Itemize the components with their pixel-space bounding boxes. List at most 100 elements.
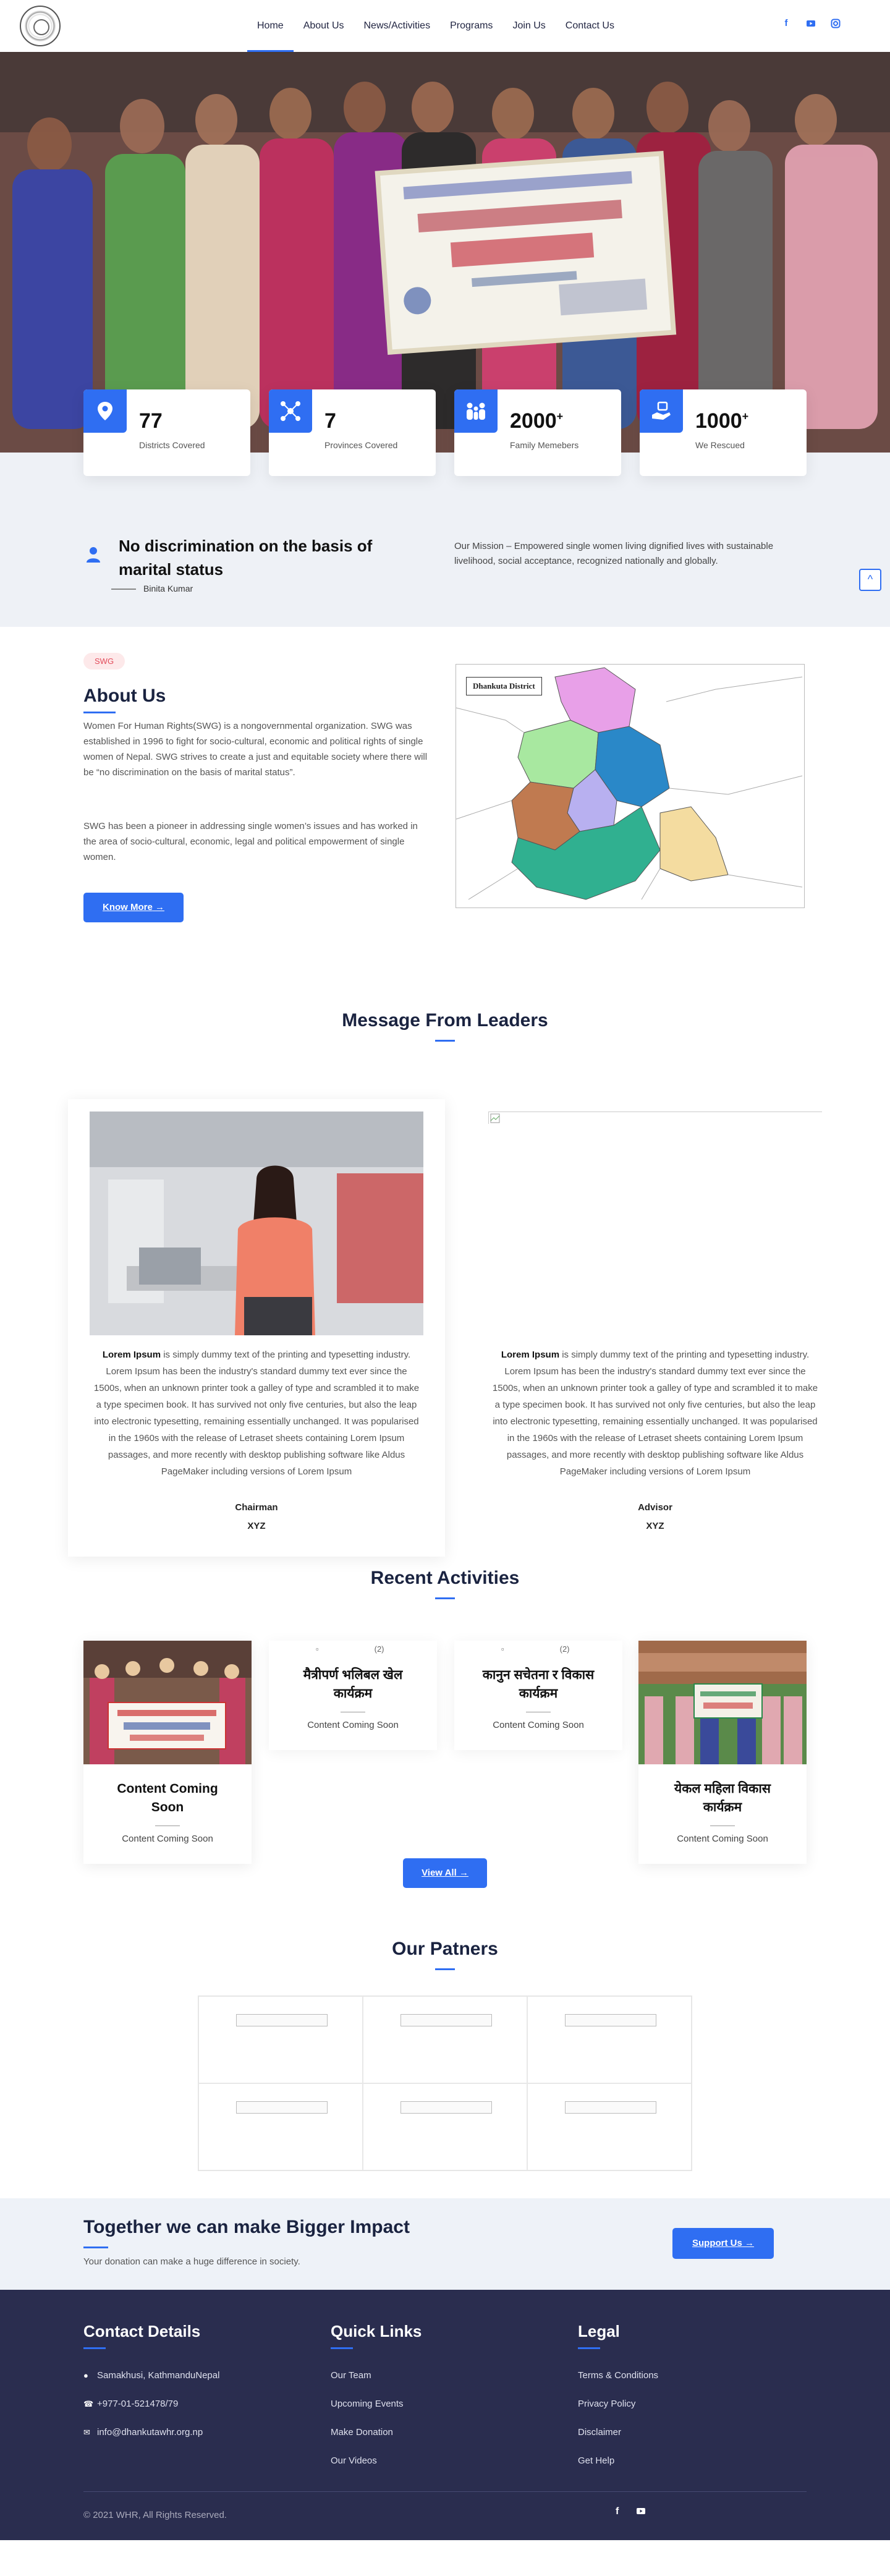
footer-heading: Contact Details xyxy=(83,2322,201,2340)
donation-cta: Together we can make Bigger Impact Your … xyxy=(0,2198,890,2290)
activity-card[interactable]: ▫ (2) कानुन सचेतना र विकास कार्यक्रम Cont… xyxy=(454,1641,622,1750)
nav-about-us[interactable]: About Us xyxy=(294,0,354,52)
leader-role: Advisor xyxy=(638,1502,672,1513)
broken-image-alt: (2) xyxy=(559,1644,570,1654)
partner-logo[interactable] xyxy=(198,2083,363,2170)
stat-family-members: 2000+ Family Memebers xyxy=(454,389,621,476)
youtube-icon[interactable] xyxy=(636,2506,646,2519)
footer-link[interactable]: Our Videos xyxy=(331,2455,422,2484)
title-underline xyxy=(435,1968,455,1970)
section-tag: SWG xyxy=(83,653,125,670)
partner-logo[interactable] xyxy=(527,2083,692,2170)
phone-icon: ☎ xyxy=(83,2399,94,2408)
know-more-button[interactable]: Know More → xyxy=(83,893,184,922)
stat-label: Family Memebers xyxy=(510,440,579,450)
footer-link[interactable]: Upcoming Events xyxy=(331,2399,422,2427)
contact-address: ● Samakhusi, KathmanduNepal xyxy=(83,2370,219,2399)
activity-card[interactable]: Content Coming Soon Content Coming Soon xyxy=(83,1641,252,1864)
header-social: f xyxy=(781,19,841,28)
partner-logo[interactable] xyxy=(363,1996,527,2083)
nav-home[interactable]: Home xyxy=(247,0,294,52)
quote-dash xyxy=(111,589,136,590)
mission-band: No discrimination on the basis of marita… xyxy=(0,453,890,627)
footer-quick-links: Quick Links Our Team Upcoming Events Mak… xyxy=(331,2322,422,2484)
activities-section: Recent Activities Content Coming Soon Co… xyxy=(0,1568,890,1939)
footer-link[interactable]: Get Help xyxy=(578,2455,658,2484)
main-nav: Home About Us News/Activities Programs J… xyxy=(247,0,624,52)
broken-image-icon xyxy=(490,1113,500,1123)
location-pin-icon: ● xyxy=(83,2371,88,2380)
facebook-icon[interactable]: f xyxy=(781,19,791,28)
activity-card[interactable]: येकल महिला विकास कार्यक्रम Content Comin… xyxy=(638,1641,807,1864)
activities-title: Recent Activities xyxy=(370,1568,520,1588)
nav-contact-us[interactable]: Contact Us xyxy=(556,0,624,52)
map-title: Dhankuta District xyxy=(466,677,542,695)
title-underline xyxy=(83,712,116,713)
title-underline xyxy=(83,2247,108,2248)
view-all-button[interactable]: View All → xyxy=(403,1858,487,1888)
broken-image-icon xyxy=(400,2014,492,2026)
contact-text: info@dhankutawhr.org.np xyxy=(97,2427,203,2438)
arrow-right-icon: → xyxy=(155,902,164,912)
nav-join-us[interactable]: Join Us xyxy=(502,0,555,52)
footer-heading: Legal xyxy=(578,2322,620,2340)
quote-author: Binita Kumar xyxy=(143,584,193,593)
stat-rescued: 1000+ We Rescued xyxy=(640,389,807,476)
broken-image-icon xyxy=(565,2101,656,2114)
contact-phone[interactable]: ☎ +977-01-521478/79 xyxy=(83,2399,219,2427)
footer-link[interactable]: Make Donation xyxy=(331,2427,422,2455)
activity-title: मैत्रीपर्ण भलिबल खेल कार्यक्रम xyxy=(303,1668,403,1701)
broken-image-icon xyxy=(236,2101,328,2114)
facebook-icon[interactable]: f xyxy=(616,2506,619,2519)
leader-message-body: is simply dummy text of the printing and… xyxy=(492,1350,818,1477)
footer-link[interactable]: Terms & Conditions xyxy=(578,2370,658,2399)
instagram-icon[interactable] xyxy=(831,19,841,28)
stat-label: We Rescued xyxy=(695,440,745,450)
broken-image-placeholder: ▫ (2) xyxy=(454,1641,622,1654)
button-label: Support Us xyxy=(692,2238,742,2248)
logo[interactable] xyxy=(20,6,61,46)
leaders-title: Message From Leaders xyxy=(342,1010,548,1031)
button-label: Know More xyxy=(102,902,153,912)
stat-districts: 77 Districts Covered xyxy=(83,389,250,476)
contact-email[interactable]: ✉ info@dhankutawhr.org.np xyxy=(83,2427,219,2455)
footer-link[interactable]: Disclaimer xyxy=(578,2427,658,2455)
broken-image-icon xyxy=(236,2014,328,2026)
map-illustration xyxy=(456,667,803,900)
leader-message-lead: Lorem Ipsum xyxy=(102,1350,161,1360)
broken-image-placeholder: ▫ (2) xyxy=(269,1641,437,1654)
stats-row: 77 Districts Covered 7 Provinces Covered… xyxy=(83,389,807,476)
footer-contact: Contact Details ● Samakhusi, KathmanduNep… xyxy=(83,2322,219,2455)
stat-value: 7 xyxy=(324,409,336,433)
partner-logo[interactable] xyxy=(198,1996,363,2083)
activity-card[interactable]: ▫ (2) मैत्रीपर्ण भलिबल खेल कार्यक्रम Cont… xyxy=(269,1641,437,1750)
site-header: Home About Us News/Activities Programs J… xyxy=(0,0,890,52)
cta-text: Your donation can make a huge difference… xyxy=(83,2256,300,2267)
partners-section: Our Patners xyxy=(0,1939,890,2198)
about-paragraph: SWG has been a pioneer in addressing sin… xyxy=(83,821,418,862)
footer-link[interactable]: Privacy Policy xyxy=(578,2399,658,2427)
partner-logo[interactable] xyxy=(527,1996,692,2083)
stat-value: 77 xyxy=(139,409,163,433)
nav-news-activities[interactable]: News/Activities xyxy=(354,0,441,52)
mission-text: Our Mission – Empowered single women liv… xyxy=(454,541,774,566)
district-map[interactable]: Dhankuta District xyxy=(456,664,805,908)
activity-subtitle: Content Coming Soon xyxy=(307,1720,399,1730)
footer-social: f xyxy=(616,2506,646,2519)
nav-programs[interactable]: Programs xyxy=(440,0,502,52)
footer-link[interactable]: Our Team xyxy=(331,2370,422,2399)
broken-image-alt: (2) xyxy=(374,1644,384,1654)
title-underline xyxy=(83,2347,106,2349)
partner-logo[interactable] xyxy=(363,2083,527,2170)
activity-subtitle: Content Coming Soon xyxy=(677,1834,768,1844)
broken-image-icon: ▫ xyxy=(316,1644,319,1654)
copyright: © 2021 WHR, All Rights Reserved. xyxy=(83,2510,227,2520)
scroll-to-top-button[interactable]: ^ xyxy=(859,569,881,591)
footer-divider xyxy=(83,2491,807,2492)
leader-card: Lorem Ipsum is simply dummy text of the … xyxy=(68,1099,445,1557)
stat-label: Districts Covered xyxy=(139,440,205,450)
support-us-button[interactable]: Support Us → xyxy=(672,2228,774,2259)
title-underline xyxy=(331,2347,353,2349)
leaders-section: Message From Leaders Lorem Ipsum is simp… xyxy=(0,980,890,1568)
youtube-icon[interactable] xyxy=(806,19,816,28)
